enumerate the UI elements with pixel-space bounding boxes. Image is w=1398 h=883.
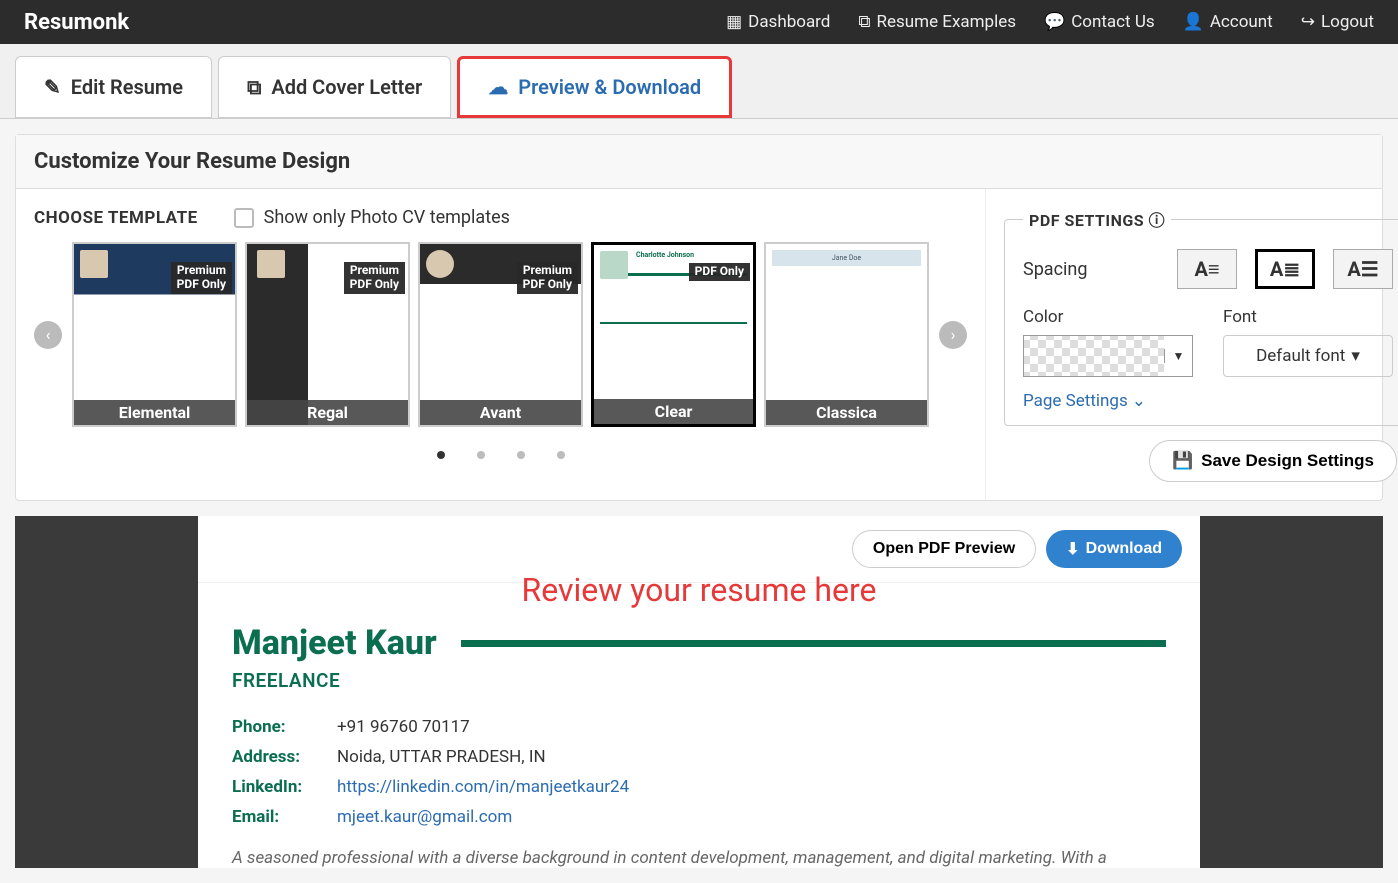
linkedin-label: LinkedIn:: [232, 777, 337, 797]
phone-label: Phone:: [232, 717, 337, 737]
address-value: Noida, UTTAR PRADESH, IN: [337, 747, 546, 767]
logout-icon: ↪: [1301, 12, 1315, 32]
grid-icon: ▦: [726, 12, 742, 32]
info-icon[interactable]: ⓘ: [1149, 211, 1166, 230]
resume-role: FREELANCE: [232, 669, 1166, 692]
chevron-down-icon: ▼: [1164, 349, 1192, 363]
font-label: Font: [1223, 307, 1393, 327]
carousel-prev-button[interactable]: ‹: [34, 321, 62, 349]
spacing-label: Spacing: [1023, 259, 1087, 280]
template-classica[interactable]: Jane Doe Classica: [764, 242, 929, 427]
top-navbar: Resumonk ▦Dashboard ⧉Resume Examples 💬Co…: [0, 0, 1398, 44]
spacing-wide[interactable]: A☰: [1333, 249, 1393, 289]
font-select[interactable]: Default font ▾: [1223, 335, 1393, 377]
pdf-settings-column: PDF SETTINGS ⓘ Spacing A≡ A≣ A☰ Color ▼: [985, 189, 1398, 500]
nav-account[interactable]: 👤Account: [1183, 12, 1273, 32]
resume-page: Open PDF Preview ⬇ Download Review your …: [198, 516, 1200, 868]
copy-icon: ⧉: [247, 75, 261, 99]
premium-badge: Premium PDF Only: [171, 262, 232, 294]
color-swatch: [1024, 336, 1164, 376]
choose-template-label: CHOOSE TEMPLATE: [34, 208, 198, 228]
spacing-compact[interactable]: A≡: [1177, 249, 1237, 289]
checkbox-icon: [234, 208, 254, 228]
page-tabs: ✎ Edit Resume ⧉ Add Cover Letter ☁ Previ…: [0, 44, 1398, 119]
save-design-button[interactable]: 💾 Save Design Settings: [1149, 440, 1397, 482]
top-nav: ▦Dashboard ⧉Resume Examples 💬Contact Us …: [726, 12, 1374, 32]
premium-badge: Premium PDF Only: [344, 262, 405, 294]
photo-cv-checkbox[interactable]: Show only Photo CV templates: [234, 207, 510, 228]
phone-value: +91 96760 70117: [337, 717, 470, 737]
cloud-download-icon: ☁: [488, 75, 508, 99]
chevron-down-icon: ⌄: [1132, 391, 1146, 411]
carousel-dot[interactable]: [437, 451, 445, 459]
pencil-icon: ✎: [44, 75, 61, 99]
spacing-normal[interactable]: A≣: [1255, 249, 1315, 289]
tab-add-cover-letter[interactable]: ⧉ Add Cover Letter: [218, 56, 451, 118]
nav-resume-examples[interactable]: ⧉Resume Examples: [858, 12, 1016, 32]
color-label: Color: [1023, 307, 1193, 327]
nav-logout[interactable]: ↪Logout: [1301, 12, 1374, 32]
template-chooser: CHOOSE TEMPLATE Show only Photo CV templ…: [16, 189, 985, 500]
carousel-dot[interactable]: [517, 451, 525, 459]
resume-name: Manjeet Kaur: [232, 623, 457, 663]
linkedin-link[interactable]: https://linkedin.com/in/manjeetkaur24: [337, 777, 629, 797]
email-label: Email:: [232, 807, 337, 827]
chevron-down-icon: ▾: [1351, 346, 1360, 366]
resume-divider: [461, 640, 1166, 647]
nav-dashboard[interactable]: ▦Dashboard: [726, 12, 830, 32]
carousel-dot[interactable]: [557, 451, 565, 459]
resume-preview-area: Open PDF Preview ⬇ Download Review your …: [15, 516, 1383, 868]
spacing-options: A≡ A≣ A☰: [1177, 249, 1393, 289]
template-list: Premium PDF Only Elemental Premium PDF O…: [72, 242, 929, 427]
template-avant[interactable]: Premium PDF Only Avant: [418, 242, 583, 427]
save-icon: 💾: [1172, 451, 1193, 471]
tab-preview-download[interactable]: ☁ Preview & Download: [457, 56, 732, 118]
design-panel: Customize Your Resume Design CHOOSE TEMP…: [15, 134, 1383, 501]
template-clear[interactable]: Charlotte Johnson PDF Only Clear: [591, 242, 756, 427]
copy-icon: ⧉: [858, 12, 870, 32]
tab-edit-resume[interactable]: ✎ Edit Resume: [15, 56, 212, 118]
carousel-next-button[interactable]: ›: [939, 321, 967, 349]
resume-summary: A seasoned professional with a diverse b…: [232, 848, 1166, 868]
open-pdf-preview-button[interactable]: Open PDF Preview: [852, 530, 1036, 568]
panel-title: Customize Your Resume Design: [16, 135, 1382, 189]
pdf-settings-fieldset: PDF SETTINGS ⓘ Spacing A≡ A≣ A☰ Color ▼: [1004, 207, 1398, 426]
email-link[interactable]: mjeet.kaur@gmail.com: [337, 807, 512, 827]
review-overlay-text: Review your resume here: [198, 571, 1200, 609]
pdf-only-badge: PDF Only: [689, 263, 750, 281]
resume-content: Manjeet Kaur FREELANCE Phone: +91 96760 …: [198, 583, 1200, 868]
download-icon: ⬇: [1066, 539, 1079, 559]
user-icon: 👤: [1183, 12, 1204, 32]
template-elemental[interactable]: Premium PDF Only Elemental: [72, 242, 237, 427]
download-button[interactable]: ⬇ Download: [1046, 530, 1182, 568]
template-regal[interactable]: Premium PDF Only Regal: [245, 242, 410, 427]
brand-logo[interactable]: Resumonk: [24, 10, 129, 35]
carousel-dots: [34, 451, 967, 459]
color-picker[interactable]: ▼: [1023, 335, 1193, 377]
page-settings-link[interactable]: Page Settings ⌄: [1023, 391, 1146, 411]
nav-contact-us[interactable]: 💬Contact Us: [1044, 12, 1155, 32]
chat-icon: 💬: [1044, 12, 1065, 32]
address-label: Address:: [232, 747, 337, 767]
carousel-dot[interactable]: [477, 451, 485, 459]
premium-badge: Premium PDF Only: [517, 262, 578, 294]
pdf-settings-label: PDF SETTINGS ⓘ: [1023, 207, 1171, 231]
